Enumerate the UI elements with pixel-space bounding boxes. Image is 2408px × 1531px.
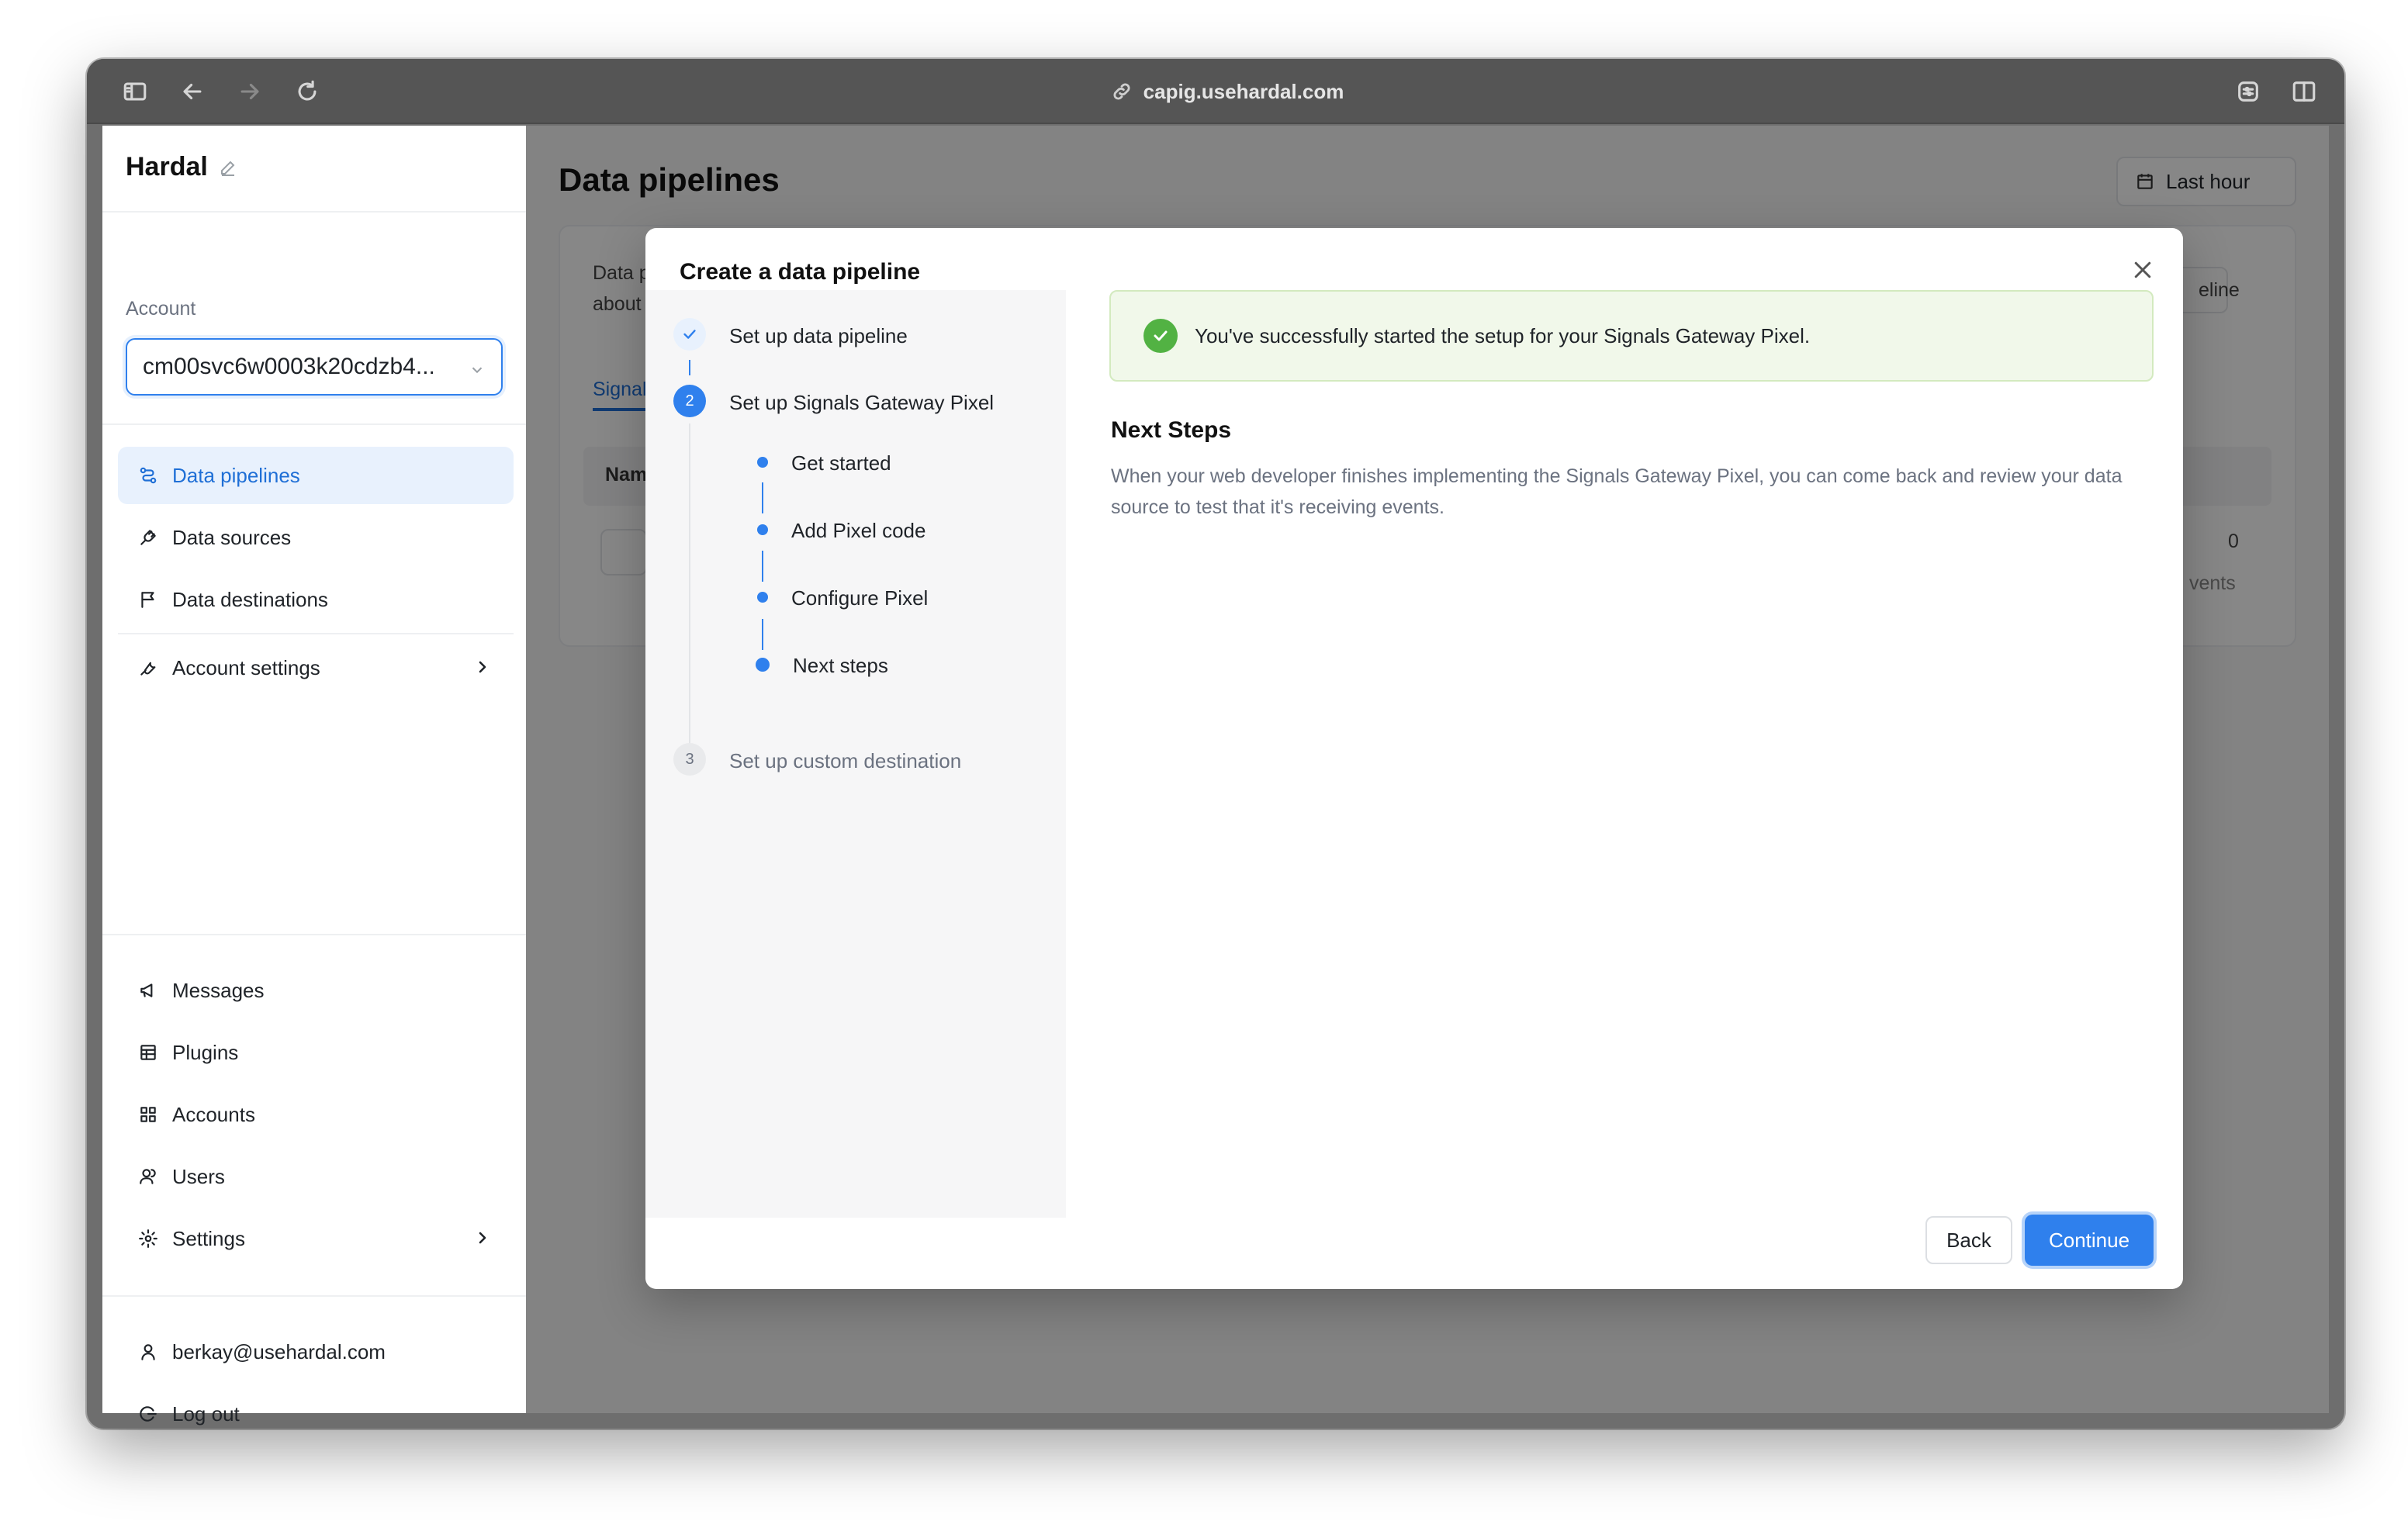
- step-1-label: Set up data pipeline: [729, 324, 908, 347]
- step-2-number: 2: [673, 385, 706, 417]
- grid-icon: [140, 1107, 156, 1122]
- substep-label: Configure Pixel: [791, 586, 929, 610]
- substep-dot: [756, 658, 770, 672]
- link-icon: [1113, 83, 1130, 100]
- sidebar-item-label: Messages: [172, 978, 265, 1002]
- sidebar-item-label: Data sources: [172, 525, 292, 549]
- step-3-number: 3: [673, 743, 706, 776]
- split-view-icon[interactable]: [2289, 76, 2320, 107]
- substep-dot: [757, 524, 768, 535]
- chevron-right-icon: [473, 658, 492, 682]
- step-connector: [689, 360, 690, 375]
- divider: [102, 423, 526, 425]
- sidebar-item-data-sources[interactable]: Data sources: [118, 509, 514, 566]
- account-select[interactable]: cm00svc6w0003k20cdzb4...: [126, 338, 503, 396]
- sidebar-item-data-pipelines[interactable]: Data pipelines: [118, 447, 514, 504]
- back-button[interactable]: Back: [1925, 1216, 2012, 1264]
- megaphone-icon: [140, 983, 153, 997]
- divider: [102, 934, 526, 935]
- sidebar-item-accounts[interactable]: Accounts: [118, 1086, 514, 1143]
- back-icon[interactable]: [177, 76, 208, 107]
- chevron-right-icon: [473, 1229, 492, 1253]
- logout-label: Log out: [172, 1401, 240, 1426]
- address-bar[interactable]: capig.usehardal.com: [1072, 76, 1382, 107]
- substep-connector: [762, 482, 763, 513]
- brand-name: Hardal: [126, 152, 208, 181]
- brand: Hardal: [126, 152, 237, 182]
- user-account[interactable]: berkay@usehardal.com: [118, 1323, 514, 1381]
- close-icon[interactable]: [2127, 254, 2158, 285]
- sidebar-item-settings[interactable]: Settings: [118, 1210, 514, 1267]
- sidebar-item-label: Users: [172, 1164, 225, 1188]
- sidebar: Hardal Account cm00svc6w0003k20cdzb4... …: [102, 126, 526, 1426]
- success-alert: You've successfully started the setup fo…: [1109, 290, 2154, 382]
- user-icon: [141, 1344, 155, 1360]
- step-connector: [689, 423, 690, 765]
- browser-toolbar: capig.usehardal.com: [87, 59, 2344, 124]
- continue-button[interactable]: Continue: [2025, 1215, 2154, 1266]
- user-email: berkay@usehardal.com: [172, 1339, 386, 1363]
- substep-dot: [757, 592, 768, 603]
- browser-window: capig.usehardal.com Hardal Account cm00s…: [87, 59, 2344, 1429]
- logout-button[interactable]: Log out: [118, 1385, 514, 1429]
- divider: [118, 633, 514, 634]
- sidebar-item-label: Account settings: [172, 655, 320, 679]
- sidebar-item-label: Accounts: [172, 1102, 255, 1126]
- next-steps-body: When your web developer finishes impleme…: [1111, 465, 2123, 518]
- logout-icon: [140, 1406, 157, 1422]
- edit-icon[interactable]: [219, 158, 237, 177]
- success-message: You've successfully started the setup fo…: [1195, 323, 1811, 347]
- account-value: cm00svc6w0003k20cdzb4...: [143, 354, 435, 379]
- divider: [102, 211, 526, 213]
- next-steps-title: Next Steps: [1111, 417, 1232, 443]
- divider: [102, 1295, 526, 1297]
- sidebar-item-label: Data destinations: [172, 587, 328, 611]
- substep-label: Next steps: [793, 654, 888, 677]
- sidebar-item-label: Data pipelines: [172, 463, 300, 487]
- check-circle-icon: [1143, 319, 1178, 353]
- chevron-down-icon: [469, 358, 486, 375]
- stepper: Set up data pipeline 2 Set up Signals Ga…: [645, 290, 1066, 1218]
- sidebar-item-label: Settings: [172, 1226, 245, 1250]
- sidebar-item-account-settings[interactable]: Account settings: [118, 639, 514, 696]
- sidebar-item-label: Plugins: [172, 1040, 239, 1064]
- sidebar-item-plugins[interactable]: Plugins: [118, 1024, 514, 1081]
- reload-icon[interactable]: [292, 76, 323, 107]
- sidebar-item-data-destinations[interactable]: Data destinations: [118, 571, 514, 628]
- url-text: capig.usehardal.com: [1143, 79, 1344, 103]
- pipeline-icon: [140, 467, 157, 484]
- check-icon: [673, 318, 706, 351]
- gear-icon: [139, 1229, 157, 1248]
- plug-icon: [140, 530, 156, 545]
- plugin-icon: [140, 1045, 156, 1060]
- sidebar-item-users[interactable]: Users: [118, 1148, 514, 1205]
- sidebar-item-messages[interactable]: Messages: [118, 962, 514, 1019]
- substep-label: Add Pixel code: [791, 519, 926, 542]
- flag-icon: [141, 592, 154, 608]
- forward-icon[interactable]: [234, 76, 265, 107]
- sidebar-toggle-icon[interactable]: [119, 76, 150, 107]
- substep-connector: [762, 551, 763, 582]
- wrench-icon: [140, 662, 156, 676]
- step-3-label: Set up custom destination: [729, 749, 962, 772]
- dialog-title: Create a data pipeline: [680, 259, 921, 285]
- extension-icon[interactable]: [2233, 76, 2264, 107]
- substep-dot: [757, 457, 768, 468]
- substep-label: Get started: [791, 451, 891, 475]
- users-icon: [140, 1169, 156, 1184]
- step-2-label: Set up Signals Gateway Pixel: [729, 391, 995, 414]
- create-pipeline-dialog: Create a data pipeline Set up data pipel…: [645, 228, 2183, 1289]
- substep-connector: [762, 619, 763, 650]
- account-label: Account: [126, 298, 196, 320]
